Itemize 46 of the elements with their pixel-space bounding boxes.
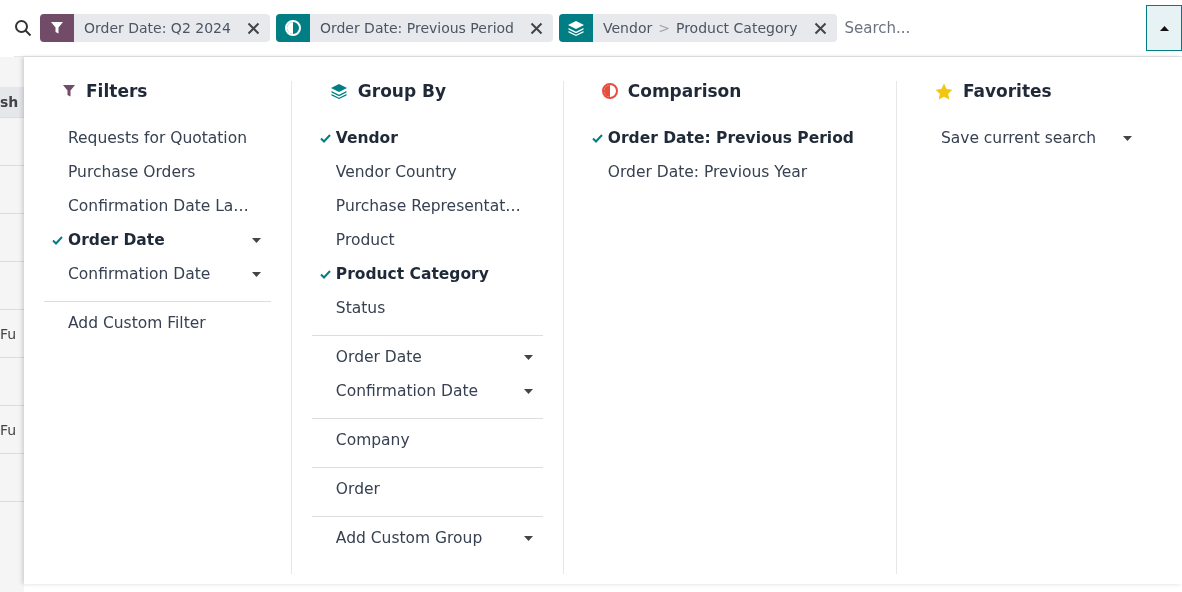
caret-icon xyxy=(251,237,261,243)
filter-icon xyxy=(50,21,64,35)
menu-item[interactable]: Company xyxy=(311,423,543,457)
search-facet[interactable]: Order Date: Previous Period xyxy=(275,14,553,42)
menu-item[interactable]: Status xyxy=(311,291,543,325)
search-facet[interactable]: Order Date: Q2 2024 xyxy=(40,14,270,42)
menu-item[interactable]: Confirmation Date xyxy=(44,257,271,291)
section-title: Favorites xyxy=(962,81,1052,101)
section-title: Group By xyxy=(357,81,447,101)
menu-item[interactable]: Confirmation Date La… xyxy=(44,189,271,223)
menu-item[interactable]: Purchase Orders xyxy=(44,155,271,189)
layers-icon xyxy=(567,20,585,36)
section-title: Comparison xyxy=(627,81,742,101)
menu-item[interactable]: Product xyxy=(311,223,543,257)
caret-up-icon xyxy=(1159,25,1169,31)
section-title: Filters xyxy=(86,81,148,101)
half-circle-icon xyxy=(284,20,301,36)
menu-item[interactable]: Vendor Country xyxy=(311,155,543,189)
menu-item[interactable]: Order Date xyxy=(311,340,543,374)
table-cell: Fu xyxy=(0,325,17,342)
caret-icon xyxy=(523,535,533,541)
menu-item[interactable]: Order Date: Previous Period xyxy=(583,121,876,155)
caret-icon xyxy=(523,388,533,394)
filter-icon xyxy=(62,84,76,98)
menu-item[interactable]: Product Category xyxy=(311,257,543,291)
menu-item[interactable]: Confirmation Date xyxy=(311,374,543,408)
caret-icon xyxy=(523,354,533,360)
star-icon xyxy=(934,82,953,100)
layers-icon xyxy=(329,83,348,99)
menu-item[interactable]: Add Custom Group xyxy=(311,521,543,555)
caret-icon xyxy=(1123,135,1132,141)
menu-item[interactable]: Save current search xyxy=(916,121,1142,155)
menu-item[interactable]: Purchase Representat… xyxy=(311,189,543,223)
menu-item[interactable]: Order xyxy=(311,472,543,506)
caret-icon xyxy=(251,271,261,277)
menu-item[interactable]: Order Date: Previous Year xyxy=(583,155,876,189)
menu-item[interactable]: Vendor xyxy=(311,121,543,155)
menu-item[interactable]: Requests for Quotation xyxy=(44,121,271,155)
search-icon[interactable] xyxy=(14,19,32,37)
column-header: sh xyxy=(0,94,19,110)
half-circle-icon xyxy=(601,83,618,99)
search-facet[interactable]: Vendor > Product Category xyxy=(559,14,837,42)
table-cell: Fu xyxy=(0,421,17,438)
toggle-button[interactable] xyxy=(1146,5,1182,51)
menu-item[interactable]: Order Date xyxy=(44,223,271,257)
menu-item[interactable]: Add Custom Filter xyxy=(44,306,271,340)
